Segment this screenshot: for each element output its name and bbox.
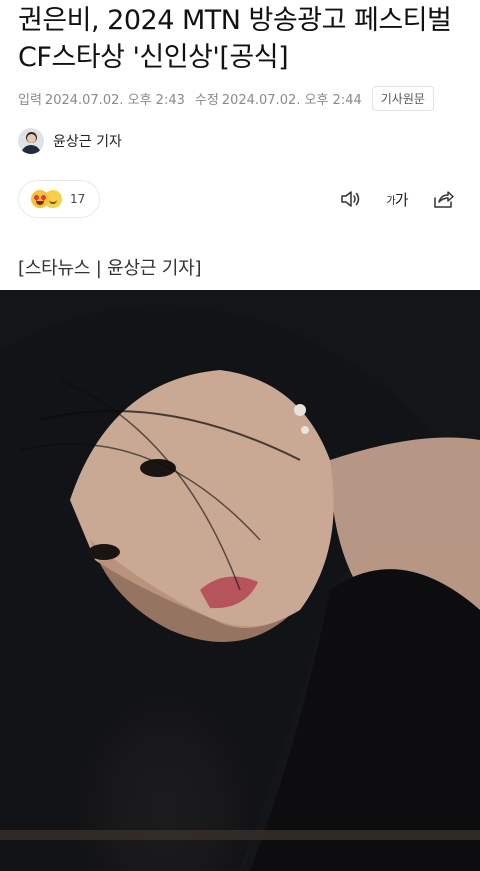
article-source-line: [스타뉴스 | 윤상근 기자] [18, 258, 202, 279]
action-row: 17 가가 [18, 178, 462, 220]
font-size-large-glyph: 가 [394, 190, 409, 209]
published-label: 입력 [18, 92, 42, 108]
reaction-count: 17 [70, 192, 86, 206]
share-icon[interactable] [430, 186, 456, 212]
article-header: 권은비, 2024 MTN 방송광고 페스티벌 CF스타상 '신인상'[공식] … [0, 0, 480, 280]
font-size-button[interactable]: 가가 [384, 186, 410, 212]
modified-time: 2024.07.02. 오후 2:44 [221, 92, 362, 108]
article-meta: 입력 2024.07.02. 오후 2:43 수정 2024.07.02. 오후… [18, 85, 462, 111]
heart-eyes-emoji-icon [31, 190, 49, 208]
article-photo[interactable] [0, 290, 480, 871]
article-title: 권은비, 2024 MTN 방송광고 페스티벌 CF스타상 '신인상'[공식] [18, 5, 452, 73]
article-tools: 가가 [338, 186, 462, 212]
reaction-button[interactable]: 17 [18, 180, 101, 218]
reporter-row[interactable]: 윤상근 기자 [18, 126, 462, 156]
reporter-name[interactable]: 윤상근 기자 [53, 131, 122, 151]
original-article-button[interactable]: 기사원문 [371, 85, 434, 111]
reporter-avatar [18, 128, 44, 154]
modified-label: 수정 [194, 92, 219, 108]
speaker-icon[interactable] [338, 186, 364, 212]
font-size-small-glyph: 가 [386, 195, 395, 207]
published-time: 2024.07.02. 오후 2:43 [44, 92, 185, 108]
